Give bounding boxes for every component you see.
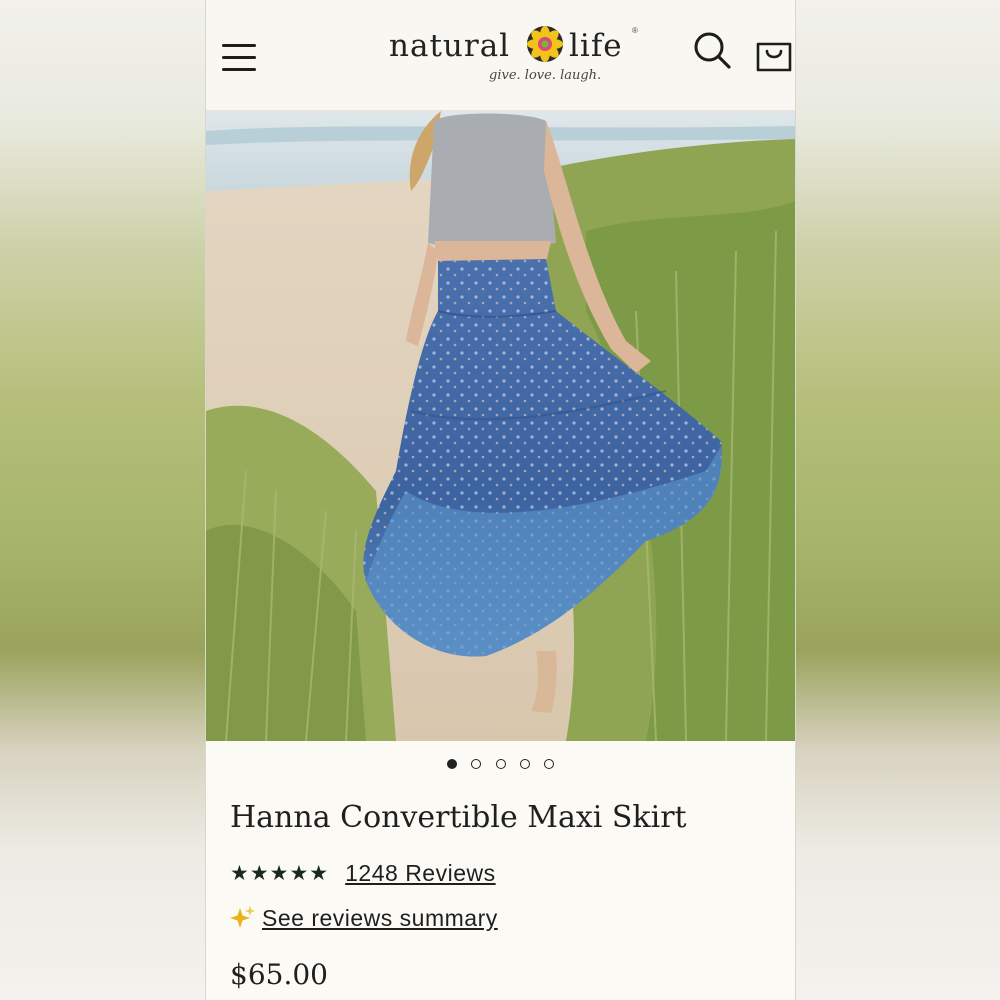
shopping-bag-icon[interactable] bbox=[754, 36, 794, 76]
gallery-dot-4[interactable] bbox=[519, 759, 530, 769]
logo-word-life: life bbox=[569, 28, 623, 64]
mobile-page: natural life ® give. love. laugh. Hanna … bbox=[205, 0, 796, 1000]
flower-logo-icon bbox=[527, 26, 563, 62]
gallery-dot-3[interactable] bbox=[495, 759, 506, 769]
gallery-dot-5[interactable] bbox=[544, 759, 555, 769]
hamburger-menu-icon[interactable] bbox=[220, 38, 260, 78]
site-header: natural life ® give. love. laugh. bbox=[206, 0, 795, 111]
search-icon[interactable] bbox=[692, 30, 734, 72]
gallery-pagination bbox=[206, 756, 795, 774]
rating-row: ★★★★★ 1248 Reviews bbox=[230, 856, 496, 890]
registered-mark: ® bbox=[632, 26, 638, 35]
reviews-summary-link[interactable]: See reviews summary bbox=[262, 905, 498, 932]
star-rating-icon: ★★★★★ bbox=[230, 861, 330, 885]
logo-word-natural: natural bbox=[389, 28, 511, 64]
reviews-summary-row: See reviews summary bbox=[230, 900, 498, 936]
gallery-dot-2[interactable] bbox=[471, 759, 482, 769]
logo-tagline: give. love. laugh. bbox=[489, 68, 602, 83]
brand-logo[interactable]: natural life ® give. love. laugh. bbox=[389, 18, 639, 90]
product-photo[interactable] bbox=[206, 111, 795, 741]
product-title: Hanna Convertible Maxi Skirt bbox=[230, 800, 687, 835]
reviews-link[interactable]: 1248 Reviews bbox=[345, 860, 495, 887]
product-price: $65.00 bbox=[230, 958, 328, 991]
gallery-dot-1[interactable] bbox=[446, 759, 457, 769]
sparkle-icon bbox=[230, 906, 255, 928]
